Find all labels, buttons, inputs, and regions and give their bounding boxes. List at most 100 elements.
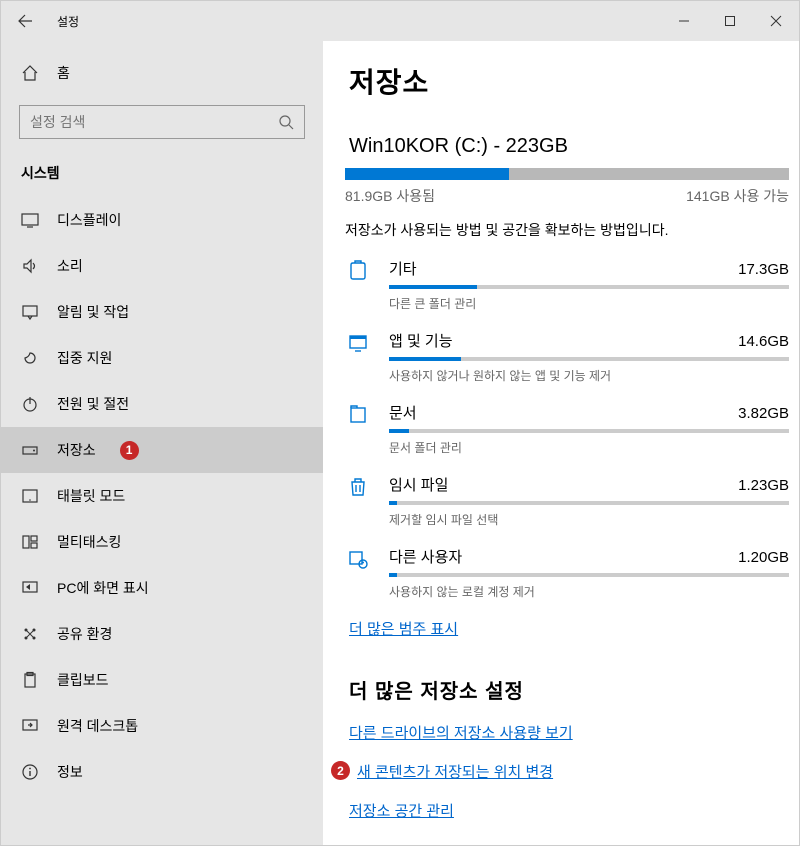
category-size: 17.3GB [738,261,789,278]
category-bar [389,285,789,289]
sidebar-item-label: 태블릿 모드 [57,486,125,506]
drive-usage-bar [345,168,789,180]
sidebar-item-shared[interactable]: 공유 환경 [1,611,323,657]
minimize-button[interactable] [661,1,707,41]
search-input[interactable] [30,114,230,130]
shared-icon [21,625,39,643]
category-bar-fill [389,501,397,505]
home-icon [21,64,39,82]
sidebar-item-label: 디스플레이 [57,210,121,230]
category-subtitle: 다른 큰 폴더 관리 [389,295,789,312]
sidebar-item-display[interactable]: 디스플레이 [1,197,323,243]
back-button[interactable] [1,1,49,41]
main-content: 저장소 Win10KOR (C:) - 223GB 81.9GB 사용됨 141… [323,41,799,845]
show-more-categories-link[interactable]: 더 많은 범주 표시 [345,618,789,639]
category-title: 문서 [389,402,417,423]
sidebar: 홈 시스템 디스플레이 소리 알림 및 작업 집중 지원 [1,41,323,845]
sidebar-item-storage[interactable]: 저장소 1 [1,427,323,473]
sidebar-item-projecting[interactable]: PC에 화면 표시 [1,565,323,611]
other-icon [345,258,371,282]
sidebar-item-label: 집중 지원 [57,348,112,368]
sidebar-item-notifications[interactable]: 알림 및 작업 [1,289,323,335]
tablet-icon [21,487,39,505]
annotation-marker-1: 1 [120,441,139,460]
free-label: 141GB 사용 가능 [686,186,789,206]
sidebar-item-focus-assist[interactable]: 집중 지원 [1,335,323,381]
sidebar-item-clipboard[interactable]: 클립보드 [1,657,323,703]
category-subtitle: 문서 폴더 관리 [389,439,789,456]
more-storage-settings: 더 많은 저장소 설정 다른 드라이브의 저장소 사용량 보기 2 새 콘텐츠가… [345,675,789,821]
category-title: 앱 및 기능 [389,330,453,351]
info-icon [21,763,39,781]
focus-assist-icon [21,349,39,367]
category-other[interactable]: 기타 17.3GB 다른 큰 폴더 관리 [345,258,789,312]
apps-icon [345,330,371,354]
category-size: 1.20GB [738,549,789,566]
projecting-icon [21,579,39,597]
storage-description: 저장소가 사용되는 방법 및 공간을 확보하는 방법입니다. [345,220,789,240]
search-icon [278,114,294,130]
category-title: 기타 [389,258,417,279]
usage-labels: 81.9GB 사용됨 141GB 사용 가능 [345,186,789,206]
category-bar [389,357,789,361]
sidebar-item-tablet[interactable]: 태블릿 모드 [1,473,323,519]
category-bar [389,501,789,505]
category-temp[interactable]: 임시 파일 1.23GB 제거할 임시 파일 선택 [345,474,789,528]
category-other-users[interactable]: 다른 사용자1.20GB사용하지 않는 로컬 계정 제거 [345,546,789,600]
documents-icon [345,402,371,426]
sidebar-item-about[interactable]: 정보 [1,749,323,795]
notifications-icon [21,303,39,321]
sidebar-item-label: 공유 환경 [57,624,112,644]
other-users-icon [345,546,371,570]
maximize-button[interactable] [707,1,753,41]
drive-title: Win10KOR (C:) - 223GB [345,135,789,158]
category-title: 다른 사용자 [389,546,462,567]
trash-icon [345,474,371,498]
category-bar [389,429,789,433]
sidebar-item-label: 알림 및 작업 [57,302,129,322]
category-bar [389,573,789,577]
sidebar-item-label: 소리 [57,256,83,276]
category-subtitle: 제거할 임시 파일 선택 [389,511,789,528]
other-drives-link[interactable]: 다른 드라이브의 저장소 사용량 보기 [345,722,789,743]
sound-icon [21,257,39,275]
category-bar-fill [389,429,409,433]
category-bar-fill [389,285,477,289]
power-icon [21,395,39,413]
category-documents[interactable]: 문서 3.82GB 문서 폴더 관리 [345,402,789,456]
sidebar-item-sound[interactable]: 소리 [1,243,323,289]
category-size: 3.82GB [738,405,789,422]
drive-usage-fill [345,168,509,180]
category-title: 임시 파일 [389,474,448,495]
annotation-marker-2: 2 [331,761,350,780]
search-box[interactable] [19,105,305,139]
window-title: 설정 [49,13,79,30]
home-label: 홈 [57,63,70,83]
sidebar-item-label: 전원 및 절전 [57,394,129,414]
page-title: 저장소 [345,61,789,101]
sidebar-item-multitasking[interactable]: 멀티태스킹 [1,519,323,565]
sidebar-item-label: 저장소 [57,440,96,460]
sidebar-section-header: 시스템 [1,145,323,197]
sidebar-item-power[interactable]: 전원 및 절전 [1,381,323,427]
category-apps[interactable]: 앱 및 기능 14.6GB 사용하지 않거나 원하지 않는 앱 및 기능 제거 [345,330,789,384]
category-bar-fill [389,573,397,577]
home-link[interactable]: 홈 [1,51,323,95]
category-size: 14.6GB [738,333,789,350]
sidebar-item-remote[interactable]: 원격 데스크톱 [1,703,323,749]
sidebar-item-label: 정보 [57,762,83,782]
remote-desktop-icon [21,717,39,735]
arrow-left-icon [17,13,33,29]
titlebar: 설정 [1,1,799,41]
category-size: 1.23GB [738,477,789,494]
maximize-icon [724,15,736,27]
sidebar-item-label: 원격 데스크톱 [57,716,138,736]
manage-storage-spaces-link[interactable]: 저장소 공간 관리 [345,800,789,821]
category-subtitle: 사용하지 않거나 원하지 않는 앱 및 기능 제거 [389,367,789,384]
sidebar-item-label: 클립보드 [57,670,109,690]
change-save-location-link[interactable]: 새 콘텐츠가 저장되는 위치 변경 [349,761,789,782]
multitasking-icon [21,533,39,551]
minimize-icon [678,15,690,27]
category-bar-fill [389,357,461,361]
close-button[interactable] [753,1,799,41]
